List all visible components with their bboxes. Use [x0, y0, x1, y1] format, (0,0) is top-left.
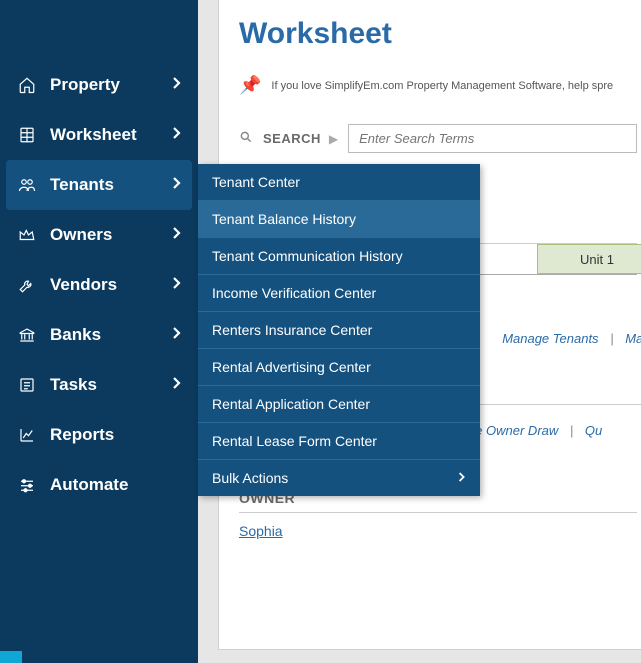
- page-title: Worksheet: [239, 17, 637, 51]
- make-link[interactable]: Make: [625, 331, 641, 346]
- promo-text: If you love SimplifyEm.com Property Mana…: [271, 80, 613, 92]
- submenu-bulk-actions[interactable]: Bulk Actions: [198, 460, 480, 496]
- sidebar-item-label: Vendors: [50, 275, 117, 295]
- separator: |: [570, 423, 573, 438]
- submenu-label: Bulk Actions: [212, 470, 288, 486]
- chart-icon: [16, 426, 38, 444]
- tab-unit-1[interactable]: Unit 1: [537, 244, 641, 274]
- submenu-label: Renters Insurance Center: [212, 322, 372, 338]
- sidebar-item-label: Owners: [50, 225, 112, 245]
- sidebar-item-automate[interactable]: Automate: [0, 460, 198, 510]
- search-bar: SEARCH ▶: [239, 124, 637, 153]
- submenu-tenant-balance-history[interactable]: Tenant Balance History: [198, 201, 480, 238]
- promo-banner: 📌 If you love SimplifyEm.com Property Ma…: [239, 75, 637, 96]
- sidebar-item-label: Property: [50, 75, 120, 95]
- chevron-right-icon: [172, 325, 182, 345]
- sidebar-item-banks[interactable]: Banks: [0, 310, 198, 360]
- crown-icon: [16, 226, 38, 244]
- sidebar-item-vendors[interactable]: Vendors: [0, 260, 198, 310]
- sidebar-item-label: Tenants: [50, 175, 114, 195]
- bank-icon: [16, 326, 38, 344]
- sidebar-item-reports[interactable]: Reports: [0, 410, 198, 460]
- list-icon: [16, 376, 38, 394]
- chevron-right-icon: [172, 225, 182, 245]
- owner-section: OWNER Sophia: [239, 490, 637, 541]
- submenu-label: Tenant Communication History: [212, 248, 403, 264]
- owner-name-link[interactable]: Sophia: [239, 523, 283, 539]
- tenants-submenu: Tenant Center Tenant Balance History Ten…: [198, 164, 480, 496]
- sidebar-item-label: Reports: [50, 425, 114, 445]
- bottom-indicator: [0, 651, 22, 663]
- chevron-right-icon: [172, 175, 182, 195]
- arrow-right-icon: ▶: [329, 132, 338, 146]
- chevron-right-icon: [172, 75, 182, 95]
- chevron-right-icon: [458, 470, 466, 486]
- submenu-income-verification[interactable]: Income Verification Center: [198, 275, 480, 312]
- chevron-right-icon: [172, 125, 182, 145]
- search-icon: [239, 130, 253, 148]
- home-icon: [16, 76, 38, 94]
- submenu-label: Rental Lease Form Center: [212, 433, 377, 449]
- sidebar-item-label: Banks: [50, 325, 101, 345]
- manage-tenants-link[interactable]: Manage Tenants: [502, 331, 598, 346]
- search-input[interactable]: [348, 124, 637, 153]
- submenu-rental-application[interactable]: Rental Application Center: [198, 386, 480, 423]
- pin-icon: 📌: [239, 75, 261, 96]
- sidebar-item-tasks[interactable]: Tasks: [0, 360, 198, 410]
- sidebar-item-label: Worksheet: [50, 125, 137, 145]
- submenu-rental-advertising[interactable]: Rental Advertising Center: [198, 349, 480, 386]
- submenu-label: Tenant Balance History: [212, 211, 356, 227]
- sidebar: Property Worksheet Tenants Owners: [0, 0, 198, 663]
- sidebar-item-tenants[interactable]: Tenants: [6, 160, 192, 210]
- submenu-label: Rental Advertising Center: [212, 359, 371, 375]
- quick-link[interactable]: Qu: [585, 423, 602, 438]
- sidebar-item-worksheet[interactable]: Worksheet: [0, 110, 198, 160]
- sliders-icon: [16, 476, 38, 494]
- chevron-right-icon: [172, 375, 182, 395]
- submenu-tenant-center[interactable]: Tenant Center: [198, 164, 480, 201]
- people-icon: [16, 176, 38, 194]
- submenu-rental-lease-form[interactable]: Rental Lease Form Center: [198, 423, 480, 460]
- submenu-label: Income Verification Center: [212, 285, 376, 301]
- submenu-tenant-communication-history[interactable]: Tenant Communication History: [198, 238, 480, 275]
- submenu-renters-insurance[interactable]: Renters Insurance Center: [198, 312, 480, 349]
- sidebar-item-owners[interactable]: Owners: [0, 210, 198, 260]
- submenu-label: Tenant Center: [212, 174, 300, 190]
- chevron-right-icon: [172, 275, 182, 295]
- sheet-icon: [16, 126, 38, 144]
- submenu-label: Rental Application Center: [212, 396, 370, 412]
- wrench-icon: [16, 276, 38, 294]
- sidebar-item-label: Tasks: [50, 375, 97, 395]
- sidebar-item-label: Automate: [50, 475, 128, 495]
- sidebar-item-property[interactable]: Property: [0, 60, 198, 110]
- separator: |: [610, 331, 613, 346]
- search-label: SEARCH: [263, 131, 321, 146]
